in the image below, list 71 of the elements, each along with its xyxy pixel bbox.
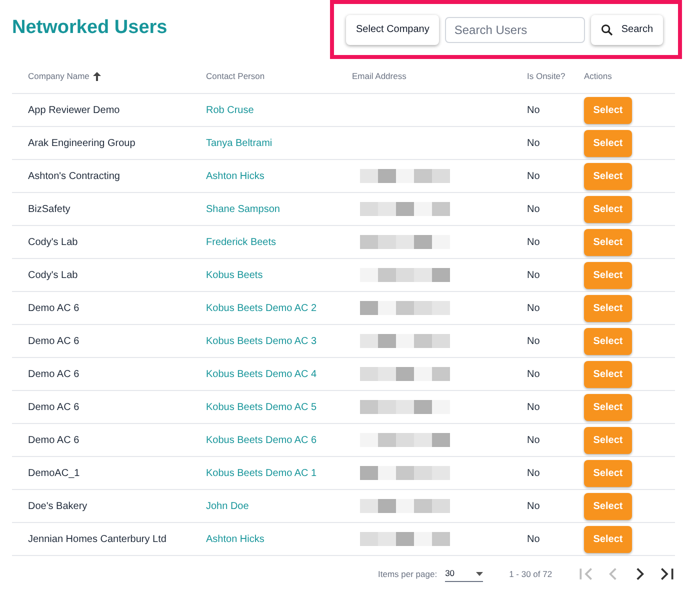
onsite-value: No	[527, 202, 541, 216]
company-name: Demo AC 6	[27, 368, 80, 382]
contact-link[interactable]: Rob Cruse	[206, 102, 352, 118]
column-header[interactable]: Contact Person	[206, 70, 352, 83]
select-button[interactable]: Select	[584, 228, 632, 256]
select-company-button[interactable]: Select Company	[346, 14, 440, 44]
onsite-value: No	[527, 268, 541, 282]
select-button[interactable]: Select	[584, 426, 632, 454]
onsite-value: No	[527, 400, 541, 414]
contact-link[interactable]: Kobus Beets Demo AC 6	[206, 432, 352, 448]
contact-link[interactable]: Ashton Hicks	[206, 532, 352, 546]
company-name: Cody's Lab	[27, 236, 79, 250]
contact-link[interactable]: John Doe	[206, 498, 352, 514]
dropdown-caret-icon	[476, 572, 484, 576]
company-name: Demo AC 6	[27, 334, 80, 348]
contact-link[interactable]: Frederick Beets	[206, 234, 352, 250]
contact-link[interactable]: Kobus Beets Demo AC 4	[206, 366, 352, 382]
contact-link[interactable]: Kobus Beets Demo AC 1	[206, 466, 352, 480]
company-name: Jennian Homes Canterbury Ltd	[27, 532, 168, 546]
search-field[interactable]: Search Users	[445, 16, 586, 42]
contact-link[interactable]: Kobus Beets Demo AC 5	[206, 400, 352, 414]
onsite-value: No	[527, 334, 541, 348]
page-range: 1 - 30 of 72	[509, 568, 552, 580]
items-per-page-label: Items per page:	[378, 568, 438, 580]
select-button[interactable]: Select	[584, 492, 632, 520]
select-button[interactable]: Select	[584, 96, 632, 124]
contact-link[interactable]: Kobus Beets Demo AC 3	[206, 334, 352, 348]
onsite-value: No	[527, 104, 541, 118]
search-button[interactable]: Search	[591, 14, 664, 44]
last-page-icon[interactable]	[659, 566, 676, 582]
company-name: Arak Engineering Group	[27, 136, 136, 150]
select-button[interactable]: Select	[584, 294, 632, 322]
company-name: DemoAC_1	[27, 466, 81, 480]
select-button[interactable]: Select	[584, 360, 632, 388]
select-button[interactable]: Select	[584, 196, 632, 222]
contact-link[interactable]: Kobus Beets Demo AC 2	[206, 300, 352, 316]
column-header[interactable]: Is Onsite?	[527, 70, 584, 83]
onsite-value: No	[527, 236, 541, 250]
onsite-value: No	[527, 532, 541, 546]
select-button[interactable]: Select	[584, 394, 632, 420]
onsite-value: No	[527, 434, 541, 448]
company-name: BizSafety	[27, 202, 72, 216]
contact-link[interactable]: Shane Sampson	[206, 202, 352, 216]
contact-link[interactable]: Kobus Beets	[206, 268, 352, 282]
column-header[interactable]: Email Address	[352, 70, 527, 83]
contact-link[interactable]: Tanya Beltrami	[206, 136, 352, 150]
search-icon	[601, 24, 614, 36]
page-size-select[interactable]: 30	[445, 566, 484, 582]
page-title: Networked Users	[12, 16, 168, 40]
company-name: Ashton's Contracting	[27, 170, 121, 184]
select-button[interactable]: Select	[584, 130, 632, 156]
onsite-value: No	[527, 466, 541, 480]
column-header[interactable]: Company Name	[12, 70, 206, 83]
select-button[interactable]: Select	[584, 460, 632, 486]
company-name: Doe's Bakery	[27, 500, 88, 514]
select-button[interactable]: Select	[584, 162, 632, 190]
company-name: App Reviewer Demo	[27, 104, 121, 118]
company-name: Demo AC 6	[27, 400, 80, 414]
onsite-value: No	[527, 136, 541, 150]
company-name: Demo AC 6	[27, 302, 80, 316]
column-header[interactable]: Actions	[584, 70, 675, 83]
onsite-value: No	[527, 170, 541, 184]
contact-link[interactable]: Ashton Hicks	[206, 168, 352, 184]
company-name: Demo AC 6	[27, 434, 80, 448]
onsite-value: No	[527, 500, 541, 514]
onsite-value: No	[527, 302, 541, 316]
company-name: Cody's Lab	[27, 268, 79, 282]
select-button[interactable]: Select	[584, 328, 632, 354]
select-button[interactable]: Select	[584, 262, 632, 288]
onsite-value: No	[527, 368, 541, 382]
select-button[interactable]: Select	[584, 526, 632, 552]
